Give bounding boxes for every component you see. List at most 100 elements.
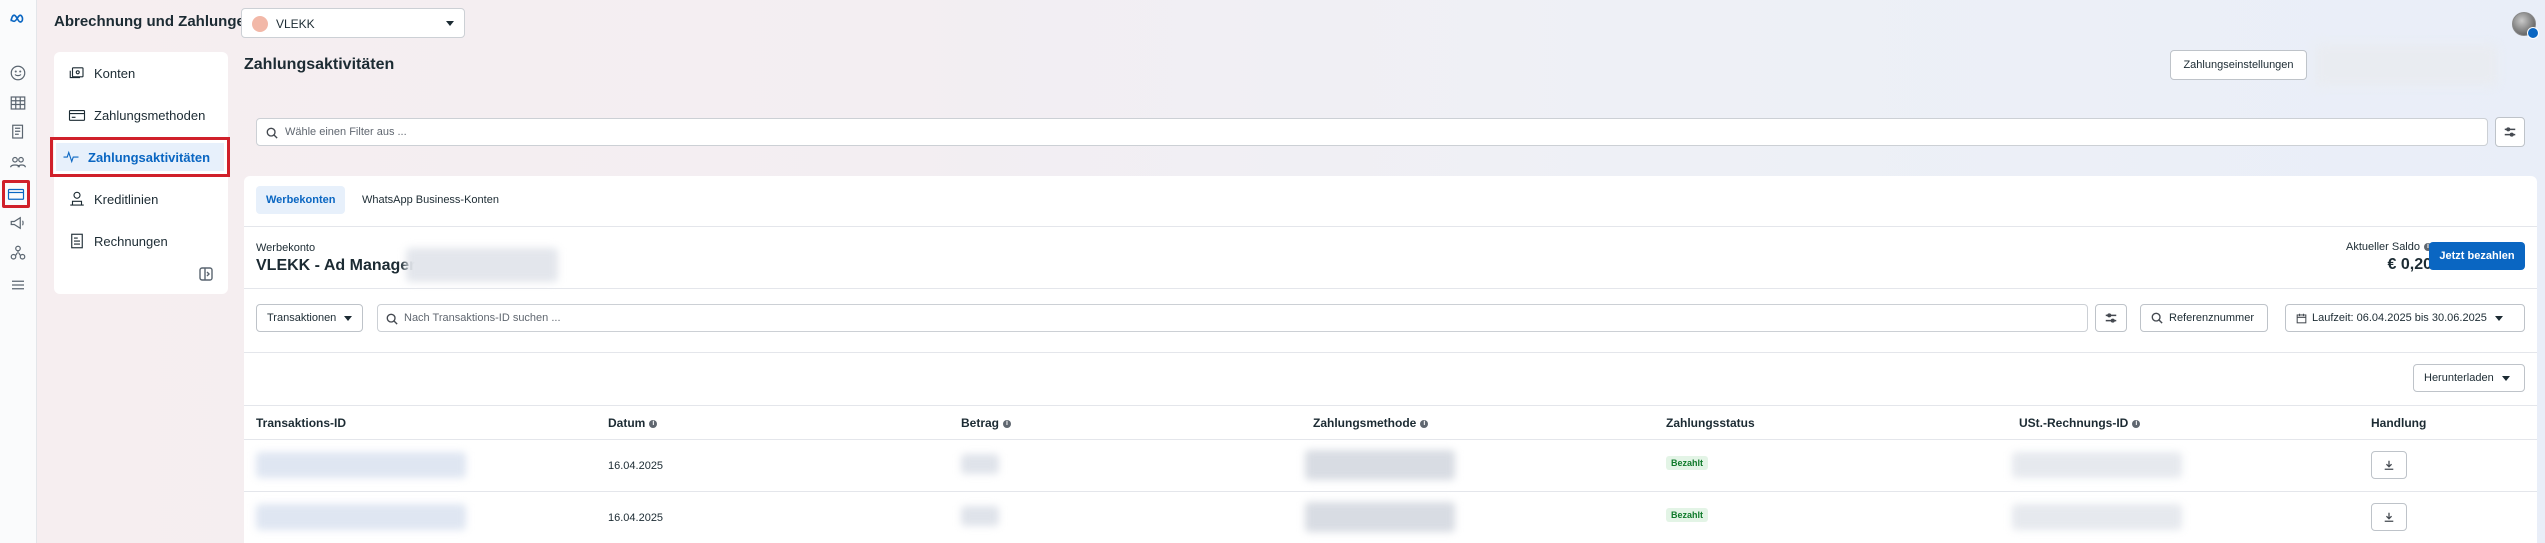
table-row: 16.04.2025 Bezahlt — [244, 492, 2537, 543]
sidebar-item-label: Rechnungen — [94, 233, 168, 249]
sidebar-item-konten[interactable]: Konten — [62, 56, 220, 90]
accounts-icon — [69, 67, 84, 79]
filter-settings-button[interactable] — [2495, 117, 2525, 147]
balance-value: € 0,20 — [2387, 256, 2432, 273]
divider — [244, 288, 2537, 289]
period-label: Laufzeit: 06.04.2025 bis 30.06.2025 — [2312, 312, 2487, 324]
table-filter-button[interactable] — [2095, 304, 2127, 332]
tab-werbekonten[interactable]: Werbekonten — [256, 186, 346, 214]
side-navigation: Konten Zahlungsmethoden Zahlungsaktivitä… — [50, 52, 230, 294]
redacted-payment-method — [1305, 450, 1455, 480]
redacted-transaction-id[interactable] — [256, 504, 466, 530]
pages-icon[interactable] — [7, 121, 29, 143]
redacted-vat-invoice-id — [2012, 504, 2182, 530]
billing-icon[interactable] — [2, 180, 30, 208]
info-icon: i — [1003, 419, 1012, 428]
credit-card-icon — [68, 109, 86, 121]
left-rail — [0, 0, 37, 543]
collapse-sidebar-icon[interactable] — [199, 267, 213, 281]
divider — [244, 405, 2537, 406]
date-cell: 16.04.2025 — [608, 460, 664, 472]
column-header-date[interactable]: Datum i — [608, 416, 658, 430]
column-header-payment-status[interactable]: Zahlungsstatus — [1666, 416, 1755, 430]
main-panel: Werbekonten WhatsApp Business-Konten Wer… — [244, 176, 2537, 543]
redacted-amount — [961, 506, 999, 526]
column-header-amount[interactable]: Betrag i — [961, 416, 1012, 430]
sidebar-item-label: Zahlungsaktivitäten — [88, 149, 211, 165]
app-title: Abrechnung und Zahlungen — [54, 13, 254, 30]
search-icon — [386, 312, 398, 330]
redacted-content — [2315, 44, 2498, 86]
search-icon — [266, 126, 278, 139]
chevron-down-icon — [2494, 315, 2503, 321]
info-icon: i — [2132, 419, 2141, 428]
sliders-icon — [2504, 127, 2516, 137]
sidebar-item-rechnungen[interactable]: Rechnungen — [62, 224, 220, 258]
credit-line-icon — [70, 191, 84, 206]
chevron-down-icon — [446, 21, 454, 26]
smiley-icon[interactable] — [7, 62, 29, 84]
column-header-vat-invoice-id[interactable]: USt.-Rechnungs-ID i — [2019, 416, 2141, 430]
download-icon — [2384, 460, 2394, 470]
profile-avatar[interactable] — [2512, 12, 2539, 39]
redacted-transaction-id[interactable] — [256, 452, 466, 478]
menu-icon[interactable] — [7, 274, 29, 296]
divider — [244, 352, 2537, 353]
reference-number-button[interactable]: Referenznummer — [2140, 304, 2268, 332]
account-title: VLEKK - Ad Manager — [256, 257, 416, 274]
sidebar-item-zahlungsmethoden[interactable]: Zahlungsmethoden — [62, 98, 220, 132]
transactions-select[interactable]: Transaktionen — [256, 304, 364, 332]
download-invoice-button[interactable] — [2371, 451, 2407, 479]
filter-placeholder: Wähle einen Filter aus ... — [285, 126, 407, 138]
sidebar-item-label: Konten — [94, 65, 136, 81]
column-header-payment-method[interactable]: Zahlungsmethode i — [1313, 416, 1429, 430]
account-selector[interactable]: VLEKK — [241, 8, 465, 38]
pay-now-button[interactable]: Jetzt bezahlen — [2429, 242, 2525, 270]
payment-settings-button[interactable]: Zahlungseinstellungen — [2170, 50, 2307, 80]
status-badge: Bezahlt — [1666, 508, 1709, 522]
chevron-down-icon — [344, 315, 353, 321]
chevron-down-icon — [2501, 375, 2510, 381]
account-caption: Werbekonto — [256, 242, 316, 254]
transactions-select-label: Transaktionen — [267, 312, 337, 324]
table-row: 16.04.2025 Bezahlt — [244, 440, 2537, 491]
meta-logo-icon[interactable] — [7, 8, 29, 30]
balance-label: Aktueller Saldo i — [2346, 241, 2432, 253]
divider — [244, 226, 2537, 227]
invoice-icon — [71, 233, 83, 249]
megaphone-icon[interactable] — [7, 212, 29, 234]
tab-whatsapp-business-konten[interactable]: WhatsApp Business-Konten — [352, 186, 509, 214]
redacted-content — [406, 248, 558, 282]
people-icon[interactable] — [7, 151, 29, 173]
info-icon: i — [649, 419, 658, 428]
search-icon — [2151, 312, 2163, 324]
network-icon[interactable] — [7, 242, 29, 264]
download-invoice-button[interactable] — [2371, 503, 2407, 531]
status-badge: Bezahlt — [1666, 456, 1709, 470]
sidebar-item-label: Zahlungsmethoden — [94, 107, 206, 123]
table-icon[interactable] — [7, 92, 29, 114]
download-button[interactable]: Herunterladen — [2413, 364, 2525, 392]
redacted-amount — [961, 454, 999, 474]
column-header-action: Handlung — [2371, 416, 2427, 430]
download-label: Herunterladen — [2424, 372, 2494, 384]
redacted-payment-method — [1305, 502, 1455, 532]
redacted-vat-invoice-id — [2012, 452, 2182, 478]
sidebar-item-zahlungsaktivitaeten[interactable]: Zahlungsaktivitäten — [50, 137, 230, 177]
info-icon: i — [1420, 419, 1429, 428]
notification-badge — [2527, 27, 2539, 39]
activity-icon — [63, 150, 79, 164]
account-name: VLEKK — [276, 17, 315, 31]
download-icon — [2384, 512, 2394, 522]
date-cell: 16.04.2025 — [608, 512, 664, 524]
sidebar-item-kreditlinien[interactable]: Kreditlinien — [62, 182, 220, 216]
search-placeholder: Nach Transaktions-ID suchen ... — [404, 312, 561, 324]
period-select[interactable]: Laufzeit: 06.04.2025 bis 30.06.2025 — [2285, 304, 2525, 332]
transaction-search-input[interactable]: Nach Transaktions-ID suchen ... — [377, 304, 2088, 332]
page-title: Zahlungsaktivitäten — [244, 56, 395, 73]
column-header-transaction-id[interactable]: Transaktions-ID — [256, 416, 346, 430]
account-avatar — [252, 16, 268, 32]
filter-input[interactable]: Wähle einen Filter aus ... — [256, 118, 2488, 146]
sidebar-item-label: Kreditlinien — [94, 191, 159, 207]
sliders-icon — [2105, 313, 2117, 323]
